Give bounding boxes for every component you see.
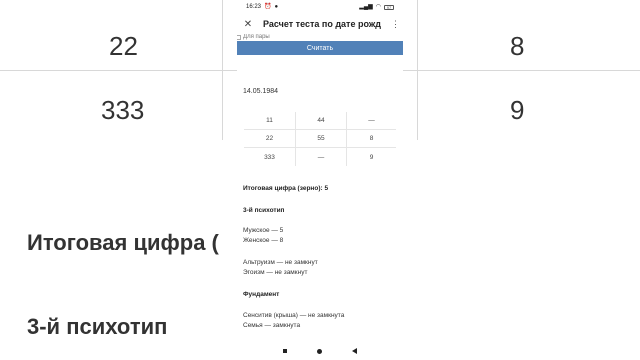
grid-cell: — xyxy=(295,148,346,166)
altruism-value: Альтруизм — не замкнут xyxy=(243,259,318,266)
grid-cell: 9 xyxy=(346,148,396,166)
bg-number: 22 xyxy=(109,31,138,61)
result-content: 14.05.1984 11 44 — 22 55 8 333 — 9 Итого… xyxy=(237,88,403,331)
status-time: 16:23 xyxy=(246,4,262,10)
grid-cell: 11 xyxy=(244,112,295,130)
grid-cell: 8 xyxy=(346,130,396,148)
grid-cell: 333 xyxy=(264,153,275,161)
back-icon[interactable] xyxy=(352,348,357,354)
home-icon[interactable] xyxy=(317,348,322,354)
grid-cell: 44 xyxy=(295,112,346,130)
calculate-button[interactable]: Считать xyxy=(237,41,403,55)
status-bar: 16:23 ⏰ ● ▂▄▆ ◠ 97 xyxy=(237,0,403,14)
phone-screen: 16:23 ⏰ ● ▂▄▆ ◠ 97 ✕ Расчет теста по дат… xyxy=(237,0,403,360)
signal-icon: ▂▄▆ xyxy=(359,4,373,10)
family-value: Семья — замкнута xyxy=(243,322,301,329)
pair-checkbox-label: Для пары xyxy=(243,34,270,40)
bg-number: 333 xyxy=(101,95,145,125)
battery-icon: 97 xyxy=(384,4,394,10)
app-toolbar: ✕ Расчет теста по дате рожден ⋮ xyxy=(237,14,403,34)
psychotype-heading: 3-й психотип xyxy=(243,207,285,214)
recent-apps-icon[interactable] xyxy=(283,349,287,353)
total-digit: Итоговая цифра (зерно): 5 xyxy=(243,185,329,192)
grid-cell: 22 xyxy=(244,130,295,148)
female-value: Женское — 8 xyxy=(243,237,284,244)
foundation-heading: Фундамент xyxy=(243,291,280,298)
birth-date: 14.05.1984 xyxy=(243,88,279,95)
male-value: Мужское — 5 xyxy=(243,227,284,234)
result-grid: 11 44 — 22 55 8 333 — 9 xyxy=(244,112,396,166)
page-title: Расчет теста по дате рожден xyxy=(263,19,381,29)
pair-checkbox[interactable] xyxy=(237,34,241,40)
pair-checkbox-row[interactable]: Для пары xyxy=(237,34,403,40)
grid-cell: — xyxy=(346,112,396,130)
close-icon[interactable]: ✕ xyxy=(243,19,253,30)
bg-number: 8 xyxy=(510,31,525,61)
bg-heading: Итоговая цифра ( xyxy=(27,230,219,255)
bg-heading: 3-й психотип xyxy=(27,314,168,339)
bg-number: 9 xyxy=(510,95,525,125)
wifi-icon: ◠ xyxy=(375,4,381,10)
more-menu-icon[interactable]: ⋮ xyxy=(391,19,400,30)
egoism-value: Эгоизм — не замкнут xyxy=(243,269,308,276)
grid-cell: 55 xyxy=(295,130,346,148)
system-nav-bar xyxy=(237,342,403,360)
alarm-icon: ⏰ xyxy=(264,4,272,10)
notification-icon: ● xyxy=(274,4,279,10)
sensitive-value: Сенситив (крыша) — не замкнута xyxy=(243,312,345,319)
